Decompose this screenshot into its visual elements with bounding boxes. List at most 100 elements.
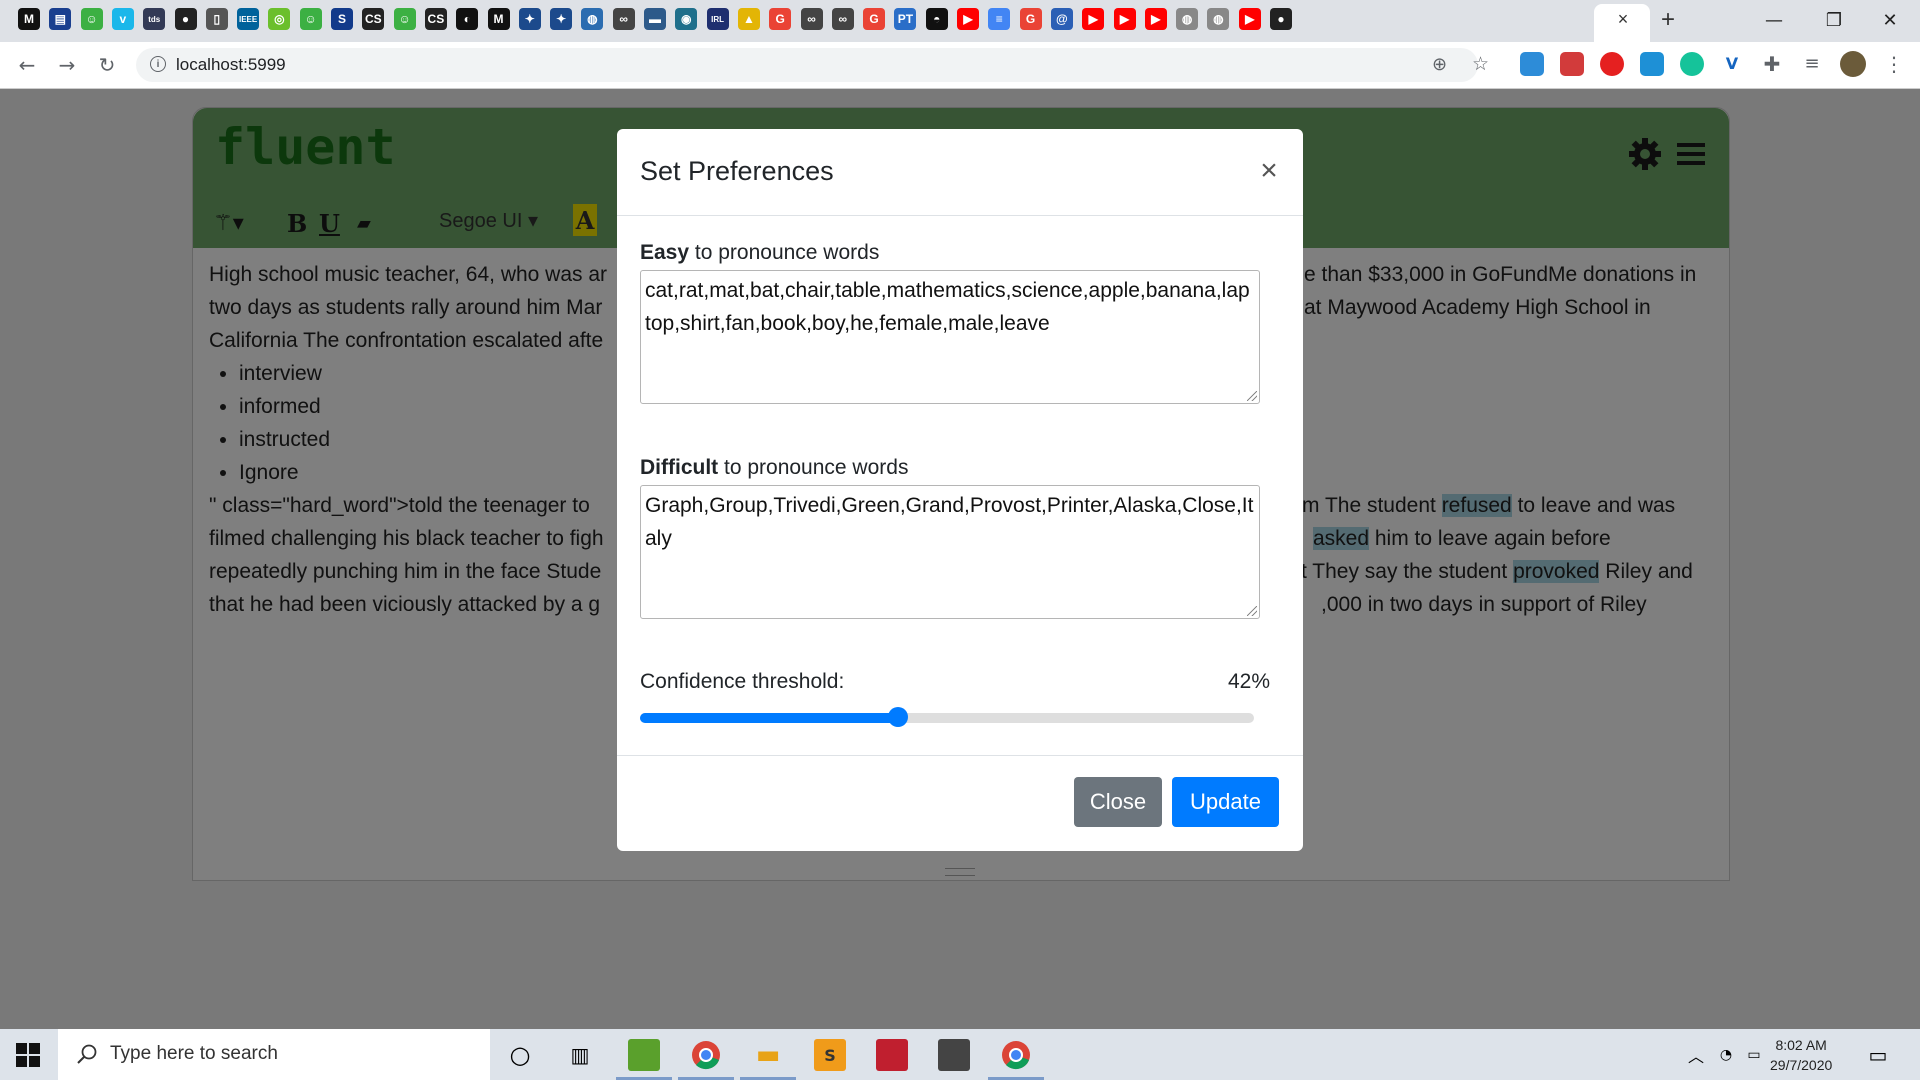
show-hidden-icons[interactable]: ︿ xyxy=(1680,1039,1712,1071)
calendar-icon[interactable]: ▤ xyxy=(49,8,72,30)
snipping-tool-icon[interactable] xyxy=(938,1039,970,1071)
task-view-icon[interactable]: ▥ xyxy=(564,1039,596,1071)
circle-logo-icon[interactable]: ◉ xyxy=(675,8,698,30)
smiley-icon[interactable]: ☺ xyxy=(80,8,103,30)
taskbar-clock[interactable]: 8:02 AM 29/7/2020 xyxy=(1770,1035,1832,1075)
clock-date: 29/7/2020 xyxy=(1770,1057,1833,1073)
window-close-icon[interactable]: ✕ xyxy=(1868,6,1912,34)
file-explorer-icon[interactable]: ▬ xyxy=(752,1039,784,1071)
difficult-label-rest: to pronounce words xyxy=(718,456,909,479)
reload-icon[interactable]: ↻ xyxy=(92,50,122,80)
update-button[interactable]: Update xyxy=(1172,777,1279,827)
extension-blue-icon[interactable] xyxy=(1640,52,1664,76)
cs-icon[interactable]: CS xyxy=(362,8,385,30)
iq-icon[interactable]: IRL xyxy=(706,8,729,30)
tds-icon[interactable]: tds xyxy=(143,8,166,30)
link-icon[interactable]: ∞ xyxy=(612,8,635,30)
dark-icon[interactable]: ◓ xyxy=(925,8,948,30)
browser-toolbar: ← → ↻ i localhost:5999 ⊕ ☆ V ✚ ≡ ⋮ xyxy=(0,42,1920,89)
warning-icon[interactable]: ▲ xyxy=(737,8,760,30)
youtube-icon-2[interactable]: ▶ xyxy=(1082,8,1105,30)
difficult-words-label: Difficult to pronounce words xyxy=(640,456,908,480)
close-tab-icon[interactable]: × xyxy=(1612,8,1634,30)
profile-avatar[interactable] xyxy=(1840,51,1866,77)
new-tab-button[interactable]: + xyxy=(1656,6,1680,33)
smiley-icon-2[interactable]: ☺ xyxy=(299,8,322,30)
forward-icon[interactable]: → xyxy=(52,50,82,80)
docs-icon[interactable]: ≡ xyxy=(988,8,1011,30)
youtube-icon-3[interactable]: ▶ xyxy=(1113,8,1136,30)
difficult-words-textarea[interactable]: Graph,Group,Trivedi,Green,Grand,Provost,… xyxy=(640,485,1260,619)
s-icon[interactable]: S xyxy=(331,8,353,30)
battery-icon[interactable]: ▭ xyxy=(1738,1039,1770,1071)
cortana-icon[interactable]: ○ xyxy=(504,1039,536,1071)
confidence-value: 42% xyxy=(1227,670,1270,693)
medium-circle-icon[interactable]: ◐ xyxy=(456,8,479,30)
google-icon-2[interactable]: G xyxy=(863,8,886,30)
google-icon-3[interactable]: G xyxy=(1019,8,1042,30)
extension-window-icon[interactable] xyxy=(1520,52,1544,76)
link-icon-2[interactable]: ∞ xyxy=(800,8,823,30)
browser-menu-icon[interactable]: ⋮ xyxy=(1882,52,1906,76)
gray-globe-icon-2[interactable]: ◍ xyxy=(1207,8,1230,30)
bookmark-star-icon[interactable]: ☆ xyxy=(1472,53,1489,75)
extension-mendeley-icon[interactable] xyxy=(1560,52,1584,76)
pt-icon[interactable]: PT xyxy=(894,8,917,30)
preferences-modal: Set Preferences × Easy to pronounce word… xyxy=(617,129,1303,851)
medium-icon-2[interactable]: M xyxy=(487,8,510,30)
textarea-resize-grip[interactable] xyxy=(1247,391,1257,401)
confidence-slider[interactable] xyxy=(640,707,1254,727)
modal-header: Set Preferences × xyxy=(617,129,1303,216)
modal-close-icon[interactable]: × xyxy=(1255,154,1283,187)
smiley-icon-3[interactable]: ☺ xyxy=(393,8,416,30)
gray-globe-icon[interactable]: ◍ xyxy=(1176,8,1199,30)
taskbar-search-box[interactable]: Type here to search xyxy=(58,1029,490,1080)
confidence-label: Confidence threshold: xyxy=(640,670,845,693)
back-icon[interactable]: ← xyxy=(12,50,42,80)
search-icon xyxy=(77,1044,97,1064)
mendeley-icon[interactable] xyxy=(876,1039,908,1071)
ieee-tree-icon-2[interactable]: ✦ xyxy=(550,8,573,30)
zoom-icon[interactable]: ⊕ xyxy=(1432,54,1447,75)
easy-words-textarea[interactable]: cat,rat,mat,bat,chair,table,mathematics,… xyxy=(640,270,1260,404)
grammarly-icon[interactable] xyxy=(1680,52,1704,76)
maximize-icon[interactable]: ❐ xyxy=(1812,6,1856,34)
sublime-text-icon[interactable]: S xyxy=(814,1039,846,1071)
address-bar[interactable]: i localhost:5999 ⊕ ☆ xyxy=(136,48,1489,82)
easy-label-bold: Easy xyxy=(640,241,690,264)
youtube-icon-4[interactable]: ▶ xyxy=(1144,8,1167,30)
close-button[interactable]: Close xyxy=(1074,777,1162,827)
github-icon[interactable]: ● xyxy=(174,8,197,30)
extension-red-circle-icon[interactable] xyxy=(1600,52,1624,76)
nvidia-icon[interactable]: ▬ xyxy=(644,8,666,30)
easy-words-label: Easy to pronounce words xyxy=(640,241,879,265)
google-icon[interactable]: G xyxy=(769,8,792,30)
at-icon[interactable]: @ xyxy=(1050,8,1073,30)
circle-green-icon[interactable]: ◎ xyxy=(268,8,291,30)
media-control-icon[interactable]: ≡ xyxy=(1800,52,1824,76)
site-info-icon[interactable]: i xyxy=(150,56,166,72)
youtube-icon-5[interactable]: ▶ xyxy=(1238,8,1261,30)
vimeo-icon[interactable]: v xyxy=(111,8,134,30)
notifications-icon[interactable]: ▭ xyxy=(1862,1039,1894,1071)
windows-start-icon[interactable] xyxy=(16,1043,40,1067)
slider-fill xyxy=(640,713,898,723)
link-icon-3[interactable]: ∞ xyxy=(831,8,854,30)
extensions-puzzle-icon[interactable]: ✚ xyxy=(1760,52,1784,76)
chrome-icon[interactable] xyxy=(690,1039,722,1071)
taskbar-app-green-icon[interactable] xyxy=(628,1039,660,1071)
difficult-label-bold: Difficult xyxy=(640,456,719,479)
ieee-icon[interactable]: IEEE xyxy=(237,8,260,30)
medium-icon[interactable]: M xyxy=(18,8,40,30)
github-icon-2[interactable]: ● xyxy=(1270,8,1292,30)
slider-thumb[interactable] xyxy=(887,707,908,727)
document-icon[interactable]: ▯ xyxy=(205,8,228,30)
ieee-tree-icon[interactable]: ✦ xyxy=(518,8,541,30)
extension-v-icon[interactable]: V xyxy=(1720,52,1744,76)
minimize-icon[interactable]: — xyxy=(1752,6,1796,34)
chrome-icon-2[interactable] xyxy=(1000,1039,1032,1071)
globe-icon[interactable]: ◍ xyxy=(581,8,604,30)
cs-icon-2[interactable]: CS xyxy=(424,8,447,30)
textarea-resize-grip-2[interactable] xyxy=(1247,606,1257,616)
youtube-icon[interactable]: ▶ xyxy=(957,8,979,30)
